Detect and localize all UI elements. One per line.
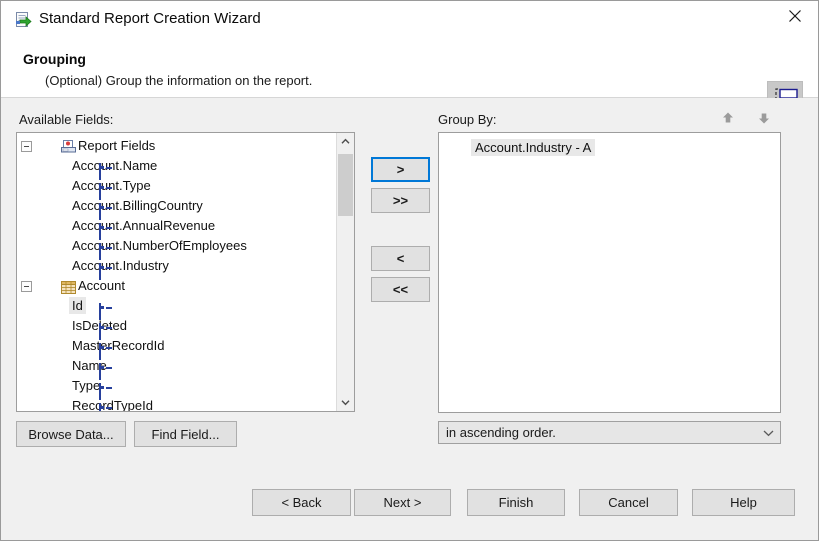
report-document-icon: [15, 11, 32, 28]
tree-row-label: Account.BillingCountry: [69, 197, 206, 214]
table-icon: [61, 282, 76, 297]
tree-field-row[interactable]: Account.Industry: [17, 256, 337, 276]
tree-group-row[interactable]: Account: [17, 276, 337, 296]
tree-row-label: Account.Name: [69, 157, 160, 174]
tree-row-label: Account.AnnualRevenue: [69, 217, 218, 234]
chevron-down-icon[interactable]: [337, 394, 354, 411]
help-button[interactable]: Help: [692, 489, 795, 516]
title-bar: Standard Report Creation Wizard: [1, 1, 818, 37]
report-fields-icon: [61, 142, 76, 157]
arrow-down-icon[interactable]: [753, 108, 775, 128]
tree-field-row[interactable]: Account.NumberOfEmployees: [17, 236, 337, 256]
tree-row-label: Account: [75, 277, 128, 294]
tree-field-row[interactable]: Account.AnnualRevenue: [17, 216, 337, 236]
expander-collapse-icon[interactable]: [21, 141, 32, 152]
expander-collapse-icon[interactable]: [21, 281, 32, 292]
chevron-down-icon: [763, 422, 774, 443]
tree-group-row[interactable]: Report Fields: [17, 136, 337, 156]
tree-field-row[interactable]: RecordTypeId: [17, 396, 337, 412]
sort-order-value: in ascending order.: [446, 425, 556, 440]
wizard-header: Grouping (Optional) Group the informatio…: [1, 37, 818, 98]
tree-field-row[interactable]: Account.BillingCountry: [17, 196, 337, 216]
chevron-up-icon[interactable]: [337, 133, 354, 150]
tree-row-label: Account.Type: [69, 177, 154, 194]
cancel-button[interactable]: Cancel: [579, 489, 678, 516]
group-by-item[interactable]: Account.Industry - A: [439, 138, 780, 157]
remove-all-fields-button[interactable]: <<: [371, 277, 430, 302]
tree-row-label: Id: [69, 297, 86, 314]
tree-row-label: Account.Industry: [69, 257, 172, 274]
finish-button[interactable]: Finish: [467, 489, 565, 516]
browse-data-button[interactable]: Browse Data...: [16, 421, 126, 447]
tree-row-label: Account.NumberOfEmployees: [69, 237, 250, 254]
wizard-body: Available Fields: Group By: Report Field…: [1, 98, 818, 540]
back-button[interactable]: < Back: [252, 489, 351, 516]
arrow-up-icon[interactable]: [717, 108, 739, 128]
add-field-button[interactable]: >: [371, 157, 430, 182]
next-button[interactable]: Next >: [354, 489, 451, 516]
find-field-button[interactable]: Find Field...: [134, 421, 237, 447]
tree-field-row[interactable]: Name: [17, 356, 337, 376]
close-icon[interactable]: [772, 1, 818, 31]
tree-row-label: RecordTypeId: [69, 397, 156, 412]
page-subtitle: (Optional) Group the information on the …: [45, 73, 312, 88]
page-title: Grouping: [23, 51, 86, 67]
window-title: Standard Report Creation Wizard: [39, 10, 261, 27]
field-icon: [99, 403, 101, 412]
tree-field-row[interactable]: IsDeleted: [17, 316, 337, 336]
group-by-item-label: Account.Industry - A: [471, 139, 595, 156]
scrollbar-thumb[interactable]: [338, 154, 353, 216]
tree-field-row[interactable]: Account.Type: [17, 176, 337, 196]
group-by-label: Group By:: [438, 112, 497, 127]
tree-field-row[interactable]: Account.Name: [17, 156, 337, 176]
tree-rows: Report Fields Account.Name Account.Type Acc…: [17, 133, 337, 412]
tree-field-row[interactable]: MasterRecordId: [17, 336, 337, 356]
tree-row-label: MasterRecordId: [69, 337, 167, 354]
tree-scrollbar[interactable]: [336, 133, 354, 411]
group-by-list[interactable]: Account.Industry - A: [438, 132, 781, 413]
available-fields-label: Available Fields:: [19, 112, 113, 127]
tree-row-label: Report Fields: [75, 137, 158, 154]
wizard-window: Standard Report Creation Wizard Grouping…: [0, 0, 819, 541]
remove-field-button[interactable]: <: [371, 246, 430, 271]
available-fields-tree[interactable]: Report Fields Account.Name Account.Type Acc…: [16, 132, 355, 412]
add-all-fields-button[interactable]: >>: [371, 188, 430, 213]
sort-order-select[interactable]: in ascending order.: [438, 421, 781, 444]
tree-field-row[interactable]: Type: [17, 376, 337, 396]
tree-field-row[interactable]: Id: [17, 296, 337, 316]
